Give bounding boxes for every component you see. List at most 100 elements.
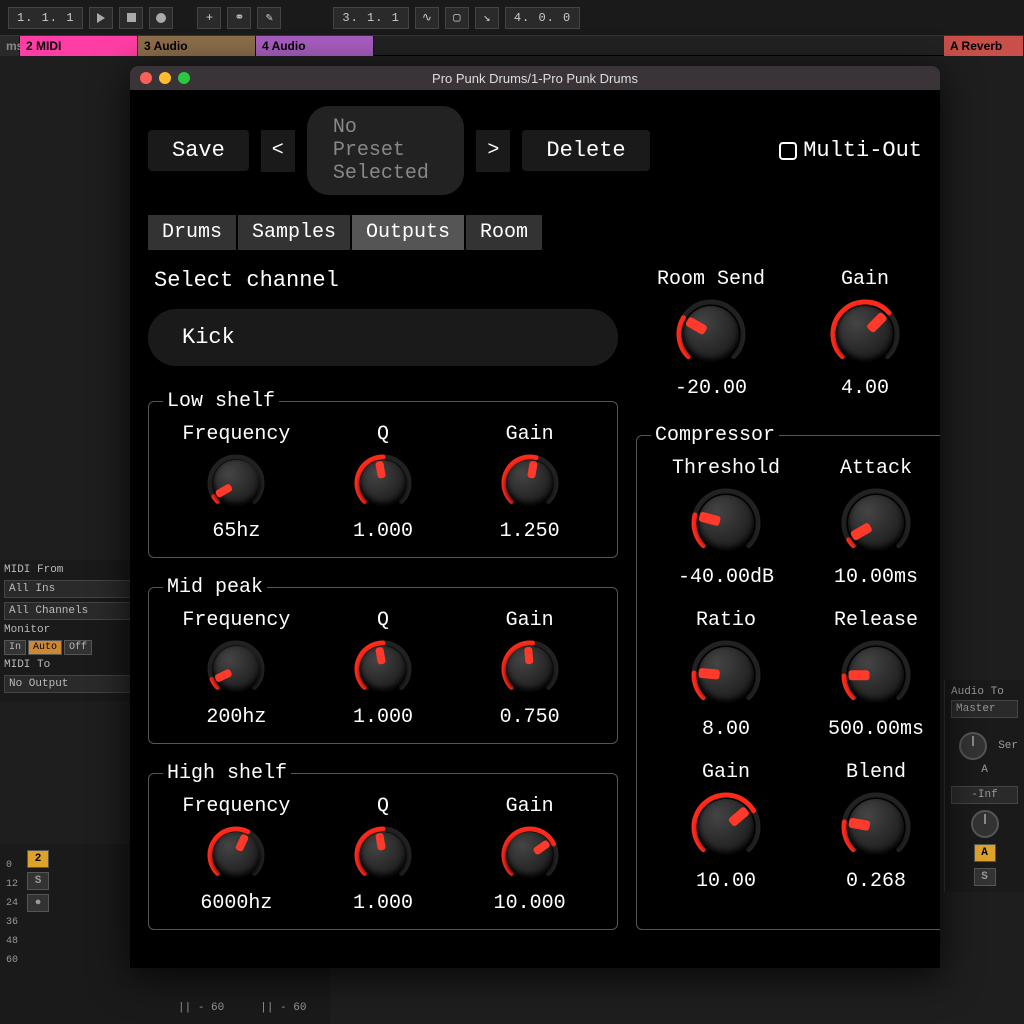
tool-plus[interactable]: +: [197, 7, 221, 29]
track-io-panel: MIDI From All Ins▼ All Channels▼ Monitor…: [0, 560, 150, 701]
monitor-label: Monitor: [4, 624, 146, 636]
play-button[interactable]: [89, 7, 113, 29]
blend-knob[interactable]: [841, 792, 911, 862]
mid-freq-knob[interactable]: [207, 640, 265, 698]
select-channel-label: Select channel: [154, 268, 618, 293]
delete-button[interactable]: Delete: [522, 130, 649, 171]
transport-position-3[interactable]: 4. 0. 0: [505, 7, 580, 29]
solo-button[interactable]: S: [27, 872, 49, 890]
plugin-window: Pro Punk Drums/1-Pro Punk Drums Save < N…: [130, 66, 940, 968]
transport-position-2[interactable]: 3. 1. 1: [333, 7, 408, 29]
ratio-value: 8.00: [702, 718, 750, 741]
midi-to-label: MIDI To: [4, 659, 146, 671]
release-value: 500.00ms: [828, 718, 924, 741]
loop-mode-1[interactable]: ∿: [415, 7, 439, 29]
send-knob[interactable]: [959, 732, 987, 760]
compressor-legend: Compressor: [651, 424, 779, 447]
track-4-audio[interactable]: 4 Audio: [256, 36, 374, 56]
midi-from-select[interactable]: All Ins▼: [4, 580, 146, 598]
record-button[interactable]: [149, 7, 173, 29]
volume-readout[interactable]: -Inf: [951, 786, 1018, 804]
tab-outputs[interactable]: Outputs: [352, 215, 464, 250]
pan-readout-2[interactable]: || - 60: [260, 1002, 306, 1014]
stop-button[interactable]: [119, 7, 143, 29]
attack-label: Attack: [840, 457, 912, 480]
low-gain-knob[interactable]: [501, 454, 559, 512]
preset-prev-button[interactable]: <: [261, 130, 295, 172]
blend-label: Blend: [846, 761, 906, 784]
blend-value: 0.268: [846, 870, 906, 893]
mid-freq-label: Frequency: [182, 609, 290, 632]
top-gain-knob[interactable]: [830, 299, 900, 369]
db-scale: 01224364860: [6, 850, 18, 1018]
ratio-knob[interactable]: [691, 640, 761, 710]
attack-knob[interactable]: [841, 488, 911, 558]
low-gain-label: Gain: [506, 423, 554, 446]
monitor-in[interactable]: In: [4, 640, 26, 655]
right-mixer-strip: Audio To Master Ser A -Inf A S: [944, 680, 1024, 892]
room-send-value: -20.00: [675, 377, 747, 400]
channel-select[interactable]: Kick: [148, 309, 618, 366]
threshold-label: Threshold: [672, 457, 780, 480]
monitor-auto[interactable]: Auto: [28, 640, 62, 655]
high-freq-knob[interactable]: [207, 826, 265, 884]
audio-to-select[interactable]: Master: [951, 700, 1018, 718]
play-icon: [97, 13, 105, 23]
mid-gain-knob[interactable]: [501, 640, 559, 698]
track-reverb[interactable]: A Reverb: [944, 36, 1024, 56]
threshold-value: -40.00dB: [678, 566, 774, 589]
loop-mode-3[interactable]: ↘: [475, 7, 499, 29]
midi-from-label: MIDI From: [4, 564, 146, 576]
loop-mode-2[interactable]: ▢: [445, 7, 469, 29]
release-knob[interactable]: [841, 640, 911, 710]
preset-display[interactable]: No Preset Selected: [307, 106, 465, 195]
save-button[interactable]: Save: [148, 130, 249, 171]
tab-drums[interactable]: Drums: [148, 215, 236, 250]
record-arm[interactable]: ●: [27, 894, 49, 912]
low-shelf-legend: Low shelf: [163, 390, 279, 413]
ratio-label: Ratio: [696, 609, 756, 632]
midi-to-select[interactable]: No Output▼: [4, 675, 146, 693]
high-q-label: Q: [377, 795, 389, 818]
room-send-knob[interactable]: [676, 299, 746, 369]
track-2-midi[interactable]: 2 MIDI: [20, 36, 138, 56]
high-gain-knob[interactable]: [501, 826, 559, 884]
compressor-group: Compressor Threshold -40.00dB Attack 10.00…: [636, 424, 940, 930]
low-gain-value: 1.250: [500, 520, 560, 543]
high-shelf-legend: High shelf: [163, 762, 291, 785]
track-activator-a[interactable]: A: [974, 844, 996, 862]
midi-channel-select[interactable]: All Channels▼: [4, 602, 146, 620]
plugin-titlebar[interactable]: Pro Punk Drums/1-Pro Punk Drums: [130, 66, 940, 90]
tool-link[interactable]: ⚭: [227, 7, 251, 29]
low-freq-knob[interactable]: [207, 454, 265, 512]
mid-gain-value: 0.750: [500, 706, 560, 729]
send-label: Ser: [998, 740, 1018, 752]
solo-button-right[interactable]: S: [974, 868, 996, 886]
threshold-knob[interactable]: [691, 488, 761, 558]
transport-position-1[interactable]: 1. 1. 1: [8, 7, 83, 29]
track-left-edge[interactable]: ms: [0, 36, 20, 56]
tool-pencil[interactable]: ✎: [257, 7, 281, 29]
preset-next-button[interactable]: >: [476, 130, 510, 172]
high-q-value: 1.000: [353, 892, 413, 915]
tab-samples[interactable]: Samples: [238, 215, 350, 250]
track-activator[interactable]: 2: [27, 850, 49, 868]
comp-gain-value: 10.00: [696, 870, 756, 893]
record-icon: [156, 13, 166, 23]
mid-q-knob[interactable]: [354, 640, 412, 698]
high-q-knob[interactable]: [354, 826, 412, 884]
audio-to-label: Audio To: [951, 686, 1018, 698]
pan-knob[interactable]: [971, 810, 999, 838]
track-headers: ms 2 MIDI 3 Audio 4 Audio A Reverb: [0, 36, 1024, 56]
mid-peak-legend: Mid peak: [163, 576, 267, 599]
tab-room[interactable]: Room: [466, 215, 542, 250]
monitor-off[interactable]: Off: [64, 640, 92, 655]
pan-readout-1[interactable]: || - 60: [178, 1002, 224, 1014]
track-3-audio[interactable]: 3 Audio: [138, 36, 256, 56]
mid-peak-group: Mid peak Frequency200hz Q1.000 Gain0.750: [148, 576, 618, 744]
checkbox-icon: [779, 142, 797, 160]
comp-gain-label: Gain: [702, 761, 750, 784]
multiout-toggle[interactable]: Multi-Out: [779, 138, 922, 163]
comp-gain-knob[interactable]: [691, 792, 761, 862]
low-q-knob[interactable]: [354, 454, 412, 512]
